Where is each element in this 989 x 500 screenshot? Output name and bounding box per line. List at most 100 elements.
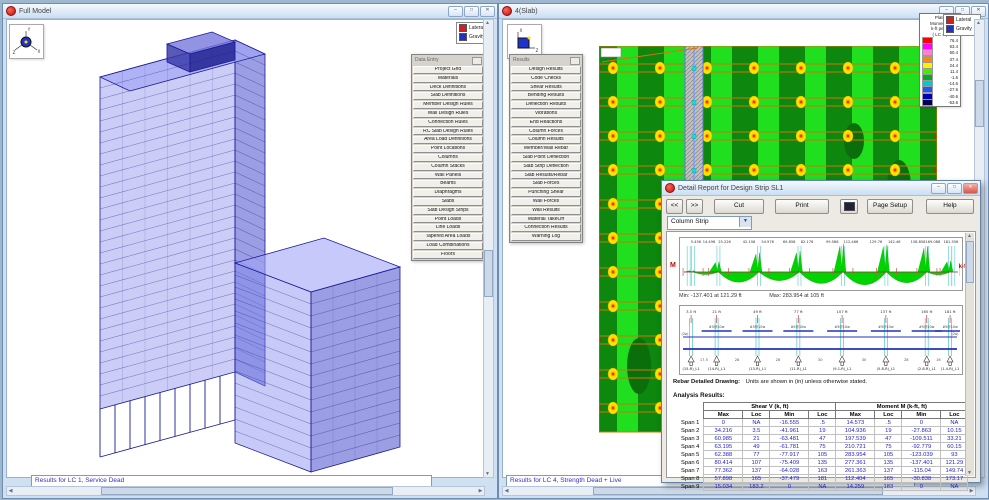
- scroll-thumb[interactable]: [966, 241, 974, 283]
- data-entry-slab-design-strips[interactable]: Slab Design Strips: [413, 206, 483, 215]
- table-cell: 137: [742, 466, 771, 475]
- table-cell: 283.954: [835, 450, 876, 459]
- full-model-titlebar[interactable]: Full Model – □ ✕: [3, 4, 497, 19]
- data-entry-materials[interactable]: Materials: [413, 74, 483, 83]
- moment-axis-label: M: [670, 262, 676, 269]
- dialog-titlebar[interactable]: Detail Report for Design Strip SL1 – □ ✕: [662, 181, 980, 196]
- table-column-header: Max: [835, 410, 876, 419]
- data-entry-member-design-rules[interactable]: Member Design Rules: [413, 101, 483, 109]
- strip-type-dropdown[interactable]: Column Strip ▼: [667, 216, 752, 230]
- slab-window-titlebar[interactable]: 4(Slab) – □ ✕: [499, 4, 988, 19]
- svg-text:(15-R)_L1: (15-R)_L1: [682, 367, 699, 371]
- data-entry-diaphragms[interactable]: Diaphragms: [413, 189, 483, 197]
- results-wall-results[interactable]: Wall Results: [511, 206, 581, 215]
- data-entry-project-grid[interactable]: Project Grid: [413, 66, 483, 74]
- scroll-down-icon[interactable]: ▼: [484, 471, 491, 477]
- data-entry-beams[interactable]: Beams: [413, 180, 483, 189]
- data-entry-tapered-area-loads[interactable]: Tapered Area Loads: [413, 233, 483, 241]
- results-connection-results[interactable]: Connection Results: [511, 224, 581, 233]
- scroll-right-icon[interactable]: ▶: [968, 488, 975, 494]
- results-vibrations[interactable]: Vibrations: [511, 109, 581, 118]
- scroll-left-icon[interactable]: ◀: [7, 488, 14, 494]
- results-slab-strip-deflection[interactable]: Slab Strip Deflection: [511, 162, 581, 171]
- dropdown-arrow-icon[interactable]: ▼: [739, 217, 751, 227]
- scroll-down-icon[interactable]: ▼: [966, 470, 973, 476]
- data-entry-wall-design-rules[interactable]: Wall Design Rules: [413, 109, 483, 118]
- data-entry-load-combinations[interactable]: Load Combinations: [413, 241, 483, 250]
- data-entry-column-stacks[interactable]: Column Stacks: [413, 162, 483, 171]
- scroll-thumb[interactable]: [101, 487, 393, 495]
- results-wall-forces[interactable]: Wall Forces: [511, 197, 581, 206]
- legend-value: -27.6: [948, 87, 958, 93]
- svg-text:X: X: [38, 49, 41, 54]
- legend-value: 11.4: [949, 68, 958, 74]
- svg-text:169.088: 169.088: [925, 240, 941, 244]
- prev-button[interactable]: <<: [666, 198, 683, 214]
- table-cell: 277.361: [835, 458, 876, 467]
- table-row: Span 9 15.034 183.2 0 NA 14.259 183 0 NA: [679, 482, 969, 491]
- scroll-right-icon[interactable]: ▶: [477, 488, 484, 494]
- scroll-left-icon[interactable]: ◀: [503, 488, 510, 494]
- results-panel-header[interactable]: Results: [511, 56, 581, 65]
- svg-text:49 ft: 49 ft: [753, 309, 762, 314]
- scroll-thumb[interactable]: [975, 80, 984, 127]
- close-icon[interactable]: ✕: [480, 6, 495, 17]
- data-entry-floors[interactable]: Floors: [413, 250, 483, 259]
- copy-image-button[interactable]: [840, 198, 858, 214]
- minimize-icon[interactable]: –: [448, 6, 463, 17]
- data-entry-wall-panels[interactable]: Wall Panels: [413, 171, 483, 180]
- svg-text:(14-R)_L1: (14-R)_L1: [708, 367, 725, 371]
- detail-report-dialog: Detail Report for Design Strip SL1 – □ ✕…: [661, 180, 981, 491]
- results-warning-log[interactable]: Warning Log: [511, 233, 581, 241]
- data-entry-point-loads[interactable]: Point Loads: [413, 215, 483, 224]
- results-column-results[interactable]: Column Results: [511, 136, 581, 145]
- scroll-up-icon[interactable]: ▲: [966, 233, 973, 239]
- results-bending-results[interactable]: Bending Results: [511, 92, 581, 101]
- panel-collapse-icon[interactable]: [472, 57, 482, 65]
- data-entry-slab-definitions[interactable]: Slab Definitions: [413, 92, 483, 101]
- svg-text:129.76: 129.76: [870, 240, 883, 244]
- scroll-up-icon[interactable]: ▲: [975, 20, 982, 26]
- data-entry-connection-rules[interactable]: Connection Rules: [413, 118, 483, 127]
- data-entry-columns[interactable]: Columns: [413, 153, 483, 162]
- table-cell: 47: [808, 434, 837, 443]
- data-entry-rc-slab-design-rules[interactable]: RC Slab Design Rules: [413, 127, 483, 136]
- rebar-drawing: 3.5 ft 21 ft 49 ft 77 ft 107 ft 137 ft 165 ft 1…: [682, 309, 966, 371]
- results-shear-results[interactable]: Shear Results: [511, 83, 581, 92]
- results-punching-shear[interactable]: Punching Shear: [511, 189, 581, 197]
- minimize-icon[interactable]: –: [931, 183, 946, 194]
- report-scrollbar[interactable]: ▲ ▼: [965, 233, 974, 476]
- cut-button[interactable]: Cut: [714, 198, 764, 214]
- scroll-up-icon[interactable]: ▲: [484, 20, 491, 26]
- data-entry-line-loads[interactable]: Line Loads: [413, 224, 483, 233]
- panel-collapse-icon[interactable]: [570, 57, 580, 65]
- results-member-wall-rebar[interactable]: Member/Wall Rebar: [511, 145, 581, 153]
- results-deflection-results[interactable]: Deflection Results: [511, 101, 581, 109]
- data-entry-area-load-definitions[interactable]: Area Load Definitions: [413, 136, 483, 145]
- results-slab-point-deflection[interactable]: Slab Point Deflection: [511, 153, 581, 162]
- rebar-note-title: Rebar Detailed Drawing:: [673, 379, 741, 385]
- close-icon[interactable]: ✕: [963, 183, 978, 194]
- data-entry-point-locations[interactable]: Point Locations: [413, 145, 483, 153]
- results-material-takeoff[interactable]: Material TakeOff: [511, 215, 581, 224]
- results-code-checks[interactable]: Code Checks: [511, 74, 581, 83]
- table-cell: NA: [940, 482, 969, 491]
- print-button[interactable]: Print: [775, 198, 829, 214]
- vertical-scrollbar[interactable]: ▲ ▼: [483, 19, 494, 478]
- results-slab-results-rebar[interactable]: Slab Results/Rebar: [511, 171, 581, 180]
- results-end-reactions[interactable]: End Reactions: [511, 118, 581, 127]
- data-entry-deck-definitions[interactable]: Deck Definitions: [413, 83, 483, 92]
- results-design-results[interactable]: Design Results: [511, 66, 581, 74]
- results-slab-forces[interactable]: Slab Forces: [511, 180, 581, 189]
- data-entry-slabs[interactable]: Slabs: [413, 197, 483, 206]
- data-entry-panel-header[interactable]: Data Entry: [413, 56, 483, 65]
- maximize-icon[interactable]: □: [464, 6, 479, 17]
- horizontal-scrollbar[interactable]: ◀ ▶: [6, 486, 485, 496]
- help-button[interactable]: Help: [925, 198, 974, 214]
- restore-icon[interactable]: □: [947, 183, 962, 194]
- page-setup-button[interactable]: Page Setup: [867, 198, 913, 214]
- scroll-thumb[interactable]: [484, 250, 493, 297]
- lateral-label: Lateral: [469, 24, 485, 31]
- results-column-forces[interactable]: Column Forces: [511, 127, 581, 136]
- next-button[interactable]: >>: [686, 198, 703, 214]
